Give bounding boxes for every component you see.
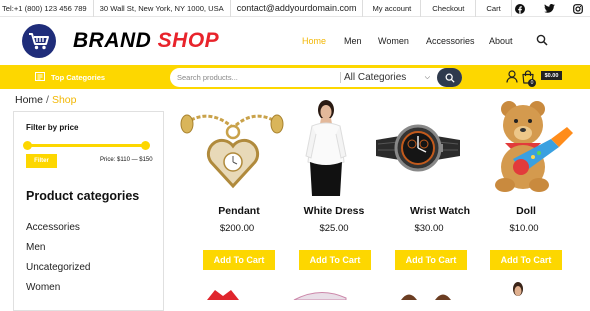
product-name[interactable]: Pendant [189,205,289,217]
price-range-label: Price: $110 — $150 [100,157,153,163]
product-image-next-row[interactable] [205,288,245,300]
category-link-uncategorized[interactable]: Uncategorized [26,262,90,273]
search-icon[interactable] [536,34,548,46]
category-menu-icon [35,72,45,81]
cart-total[interactable]: $0.00 [541,71,562,80]
breadcrumb-separator: / [46,94,49,106]
address: 30 Wall St, New York, NY 1000, USA [94,0,231,17]
nav-home[interactable]: Home [302,36,326,46]
product-price: $200.00 [219,223,255,234]
cart-link[interactable]: Cart [476,0,512,17]
price-slider-min-handle[interactable] [23,141,32,150]
category-link-men[interactable]: Men [26,242,45,253]
sidebar [13,111,164,311]
top-categories-label: Top Categories [51,73,106,82]
product-name[interactable]: White Dress [284,205,384,217]
email-link[interactable]: contact@addyourdomain.com [231,0,364,17]
product-image-wrist-watch[interactable] [374,118,462,178]
filter-button[interactable]: Filter [26,154,57,168]
brand-name-part1: BRAND [73,29,152,52]
search-divider [340,72,341,83]
category-link-accessories[interactable]: Accessories [26,222,80,233]
category-select[interactable]: All Categories ⌵ [344,68,434,87]
nav-about[interactable]: About [489,36,513,46]
product-price: $25.00 [319,223,349,234]
add-to-cart-button[interactable]: Add To Cart [395,250,467,270]
add-to-cart-button[interactable]: Add To Cart [203,250,275,270]
cart-count-badge: 0 [528,79,536,87]
product-categories-title: Product categories [26,189,140,203]
product-name[interactable]: Doll [476,205,576,217]
price-slider-max-handle[interactable] [141,141,150,150]
checkout-link[interactable]: Checkout [421,0,477,17]
product-name[interactable]: Wrist Watch [390,205,490,217]
twitter-icon[interactable] [541,0,557,17]
nav-accessories[interactable]: Accessories [426,36,475,46]
phone-number: Tel:+1 (800) 123 456 789 [0,0,94,17]
top-categories-button[interactable]: Top Categories [51,73,105,82]
breadcrumb: Home / Shop [15,94,76,106]
my-account-link[interactable]: My account [363,0,422,17]
search-input[interactable] [170,68,338,87]
breadcrumb-home[interactable]: Home [15,94,43,106]
nav-women[interactable]: Women [378,36,409,46]
user-icon[interactable] [506,70,518,83]
facebook-icon[interactable] [512,0,528,17]
price-slider-track [26,144,145,147]
product-price: $10.00 [509,223,539,234]
product-image-next-row[interactable] [290,288,350,300]
brand-name-part2: SHOP [157,29,220,52]
add-to-cart-button[interactable]: Add To Cart [490,250,562,270]
logo[interactable] [22,24,56,58]
product-image-pendant[interactable] [177,106,287,192]
product-image-next-row[interactable] [395,289,465,300]
category-select-value: All Categories [344,72,407,83]
shopping-cart-icon [29,33,49,50]
product-image-white-dress[interactable] [302,100,350,196]
filter-by-price-title: Filter by price [26,123,79,132]
add-to-cart-button[interactable]: Add To Cart [299,250,371,270]
search-button[interactable] [437,68,462,87]
product-price: $30.00 [414,223,444,234]
category-link-women[interactable]: Women [26,282,60,293]
chevron-down-icon: ⌵ [424,73,430,81]
instagram-icon[interactable] [570,0,586,17]
top-bar: Tel:+1 (800) 123 456 789 30 Wall St, New… [0,0,590,17]
product-image-doll[interactable] [487,101,575,193]
nav-men[interactable]: Men [344,36,362,46]
search-bar: All Categories ⌵ [170,68,462,87]
search-icon [445,73,455,83]
product-image-next-row[interactable] [508,282,528,300]
brand-name[interactable]: BRAND SHOP [73,29,219,53]
breadcrumb-current: Shop [51,94,77,106]
